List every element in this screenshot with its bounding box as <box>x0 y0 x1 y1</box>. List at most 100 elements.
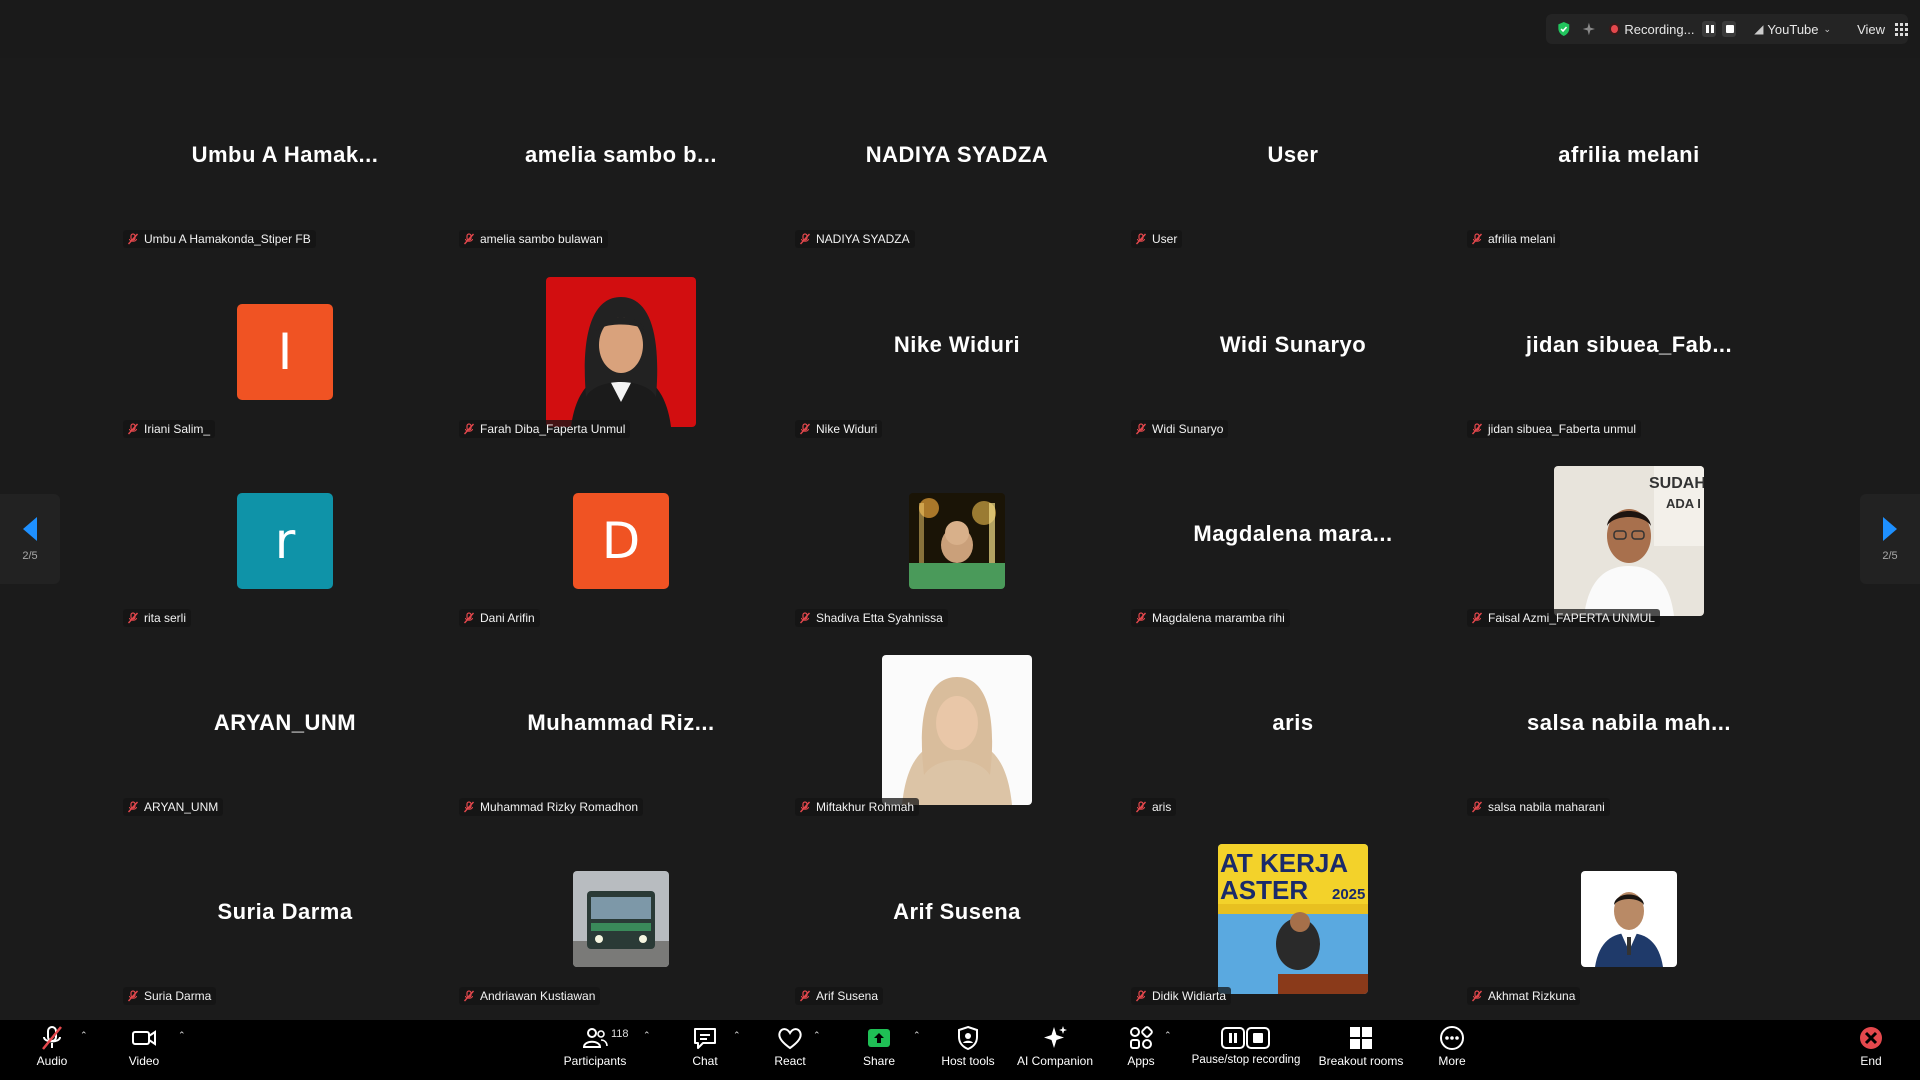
participant-name-label: Iriani Salim_ <box>123 420 216 438</box>
participant-name-label: Arif Susena <box>795 987 884 1005</box>
chat-button[interactable]: Chat <box>688 1024 722 1076</box>
participant-tile[interactable]: Umbu A Hamak... Umbu A Hamakonda_Stiper F… <box>119 72 451 252</box>
audio-button[interactable]: Audio <box>34 1024 70 1076</box>
participant-display-name: Umbu A Hamak... <box>191 142 379 167</box>
microphone-muted-icon <box>1471 990 1483 1002</box>
participant-tile[interactable]: ARYAN_UNM ARYAN_UNM <box>119 640 451 820</box>
microphone-muted-icon <box>799 801 811 813</box>
microphone-muted-icon <box>463 423 475 435</box>
share-button[interactable]: Share <box>862 1024 896 1076</box>
participant-tile[interactable]: D Dani Arifin <box>455 451 787 631</box>
pause-stop-recording-icon <box>1221 1027 1270 1049</box>
stream-label[interactable]: YouTube <box>1767 22 1818 37</box>
participants-options-caret-icon[interactable]: ⌃ <box>643 1030 651 1041</box>
participant-display-name: jidan sibuea_Fab... <box>1525 332 1733 357</box>
participant-name: Muhammad Rizky Romadhon <box>480 800 639 814</box>
participant-tile[interactable]: Akhmat Rizkuna <box>1463 829 1795 1009</box>
participant-name-label: Faisal Azmi_FAPERTA UNMUL <box>1467 609 1660 627</box>
participant-name: Dani Arifin <box>480 611 535 625</box>
page-indicator: 2/5 <box>1882 550 1898 562</box>
participant-tile[interactable]: Muhammad Riz... Muhammad Rizky Romadhon <box>455 640 787 820</box>
share-options-caret-icon[interactable]: ⌃ <box>913 1030 921 1041</box>
end-meeting-button[interactable]: End <box>1856 1024 1886 1076</box>
chat-options-caret-icon[interactable]: ⌃ <box>733 1030 741 1041</box>
more-dots-icon <box>1440 1026 1464 1050</box>
sparkle-icon[interactable] <box>1582 21 1596 37</box>
chevron-down-icon[interactable]: ⌄ <box>1824 24 1832 35</box>
participant-tile[interactable]: Nike Widuri Nike Widuri <box>791 262 1123 442</box>
participant-photo <box>882 655 1032 805</box>
participant-tile[interactable]: Miftakhur Rohmah <box>791 640 1123 820</box>
banner-text-line1: AT KERJA <box>1220 848 1348 878</box>
host-tools-button[interactable]: Host tools <box>938 1024 998 1076</box>
participant-name-label: Dani Arifin <box>459 609 540 627</box>
participant-tile[interactable]: Farah Diba_Faperta Unmul <box>455 262 787 442</box>
microphone-muted-icon <box>1135 612 1147 624</box>
react-button[interactable]: React <box>770 1024 810 1076</box>
participant-tile[interactable]: I Iriani Salim_ <box>119 262 451 442</box>
grid-view-icon[interactable] <box>1895 22 1909 36</box>
previous-page-button[interactable]: 2/5 <box>0 494 60 584</box>
ai-companion-label: AI Companion <box>1016 1054 1094 1068</box>
participant-tile[interactable]: Andriawan Kustiawan <box>455 829 787 1009</box>
participants-icon <box>582 1028 608 1048</box>
participant-name: Shadiva Etta Syahnissa <box>816 611 943 625</box>
participant-tile[interactable]: Arif Susena Arif Susena <box>791 829 1123 1009</box>
pause-stop-recording-label: Pause/stop recording <box>1191 1054 1301 1066</box>
chat-label: Chat <box>692 1054 718 1068</box>
participant-name-label: Magdalena maramba rihi <box>1131 609 1290 627</box>
participant-display-name: afrilia melani <box>1558 142 1700 167</box>
apps-options-caret-icon[interactable]: ⌃ <box>1164 1030 1172 1041</box>
host-tools-shield-icon <box>958 1025 978 1051</box>
participant-name-label: Widi Sunaryo <box>1131 420 1229 438</box>
participant-tile[interactable]: salsa nabila mah... salsa nabila maharani <box>1463 640 1795 820</box>
participant-tile[interactable]: User User <box>1127 72 1459 252</box>
video-options-caret-icon[interactable]: ⌃ <box>178 1030 186 1041</box>
participant-tile[interactable]: jidan sibuea_Fab...jidan sibuea_Faberta … <box>1463 262 1795 442</box>
video-button[interactable]: Video <box>124 1024 164 1076</box>
more-button[interactable]: More <box>1434 1024 1470 1076</box>
pause-stop-recording-button[interactable]: Pause/stop recording <box>1186 1024 1306 1076</box>
apps-button[interactable]: Apps <box>1124 1024 1158 1076</box>
participant-tile[interactable]: Magdalena mara... Magdalena maramba rihi <box>1127 451 1459 631</box>
participant-tile[interactable]: NADIYA SYADZA NADIYA SYADZA <box>791 72 1123 252</box>
participant-photo <box>909 493 1005 589</box>
participant-tile[interactable]: amelia sambo b... amelia sambo bulawan <box>455 72 787 252</box>
participant-name-label: NADIYA SYADZA <box>795 230 915 248</box>
participant-avatar: I <box>237 304 333 400</box>
participant-name: Arif Susena <box>816 989 879 1003</box>
participant-display-name: Magdalena mara... <box>1193 521 1393 546</box>
ai-sparkle-icon <box>1044 1026 1067 1048</box>
participant-tile[interactable]: Suria Darma Suria Darma <box>119 829 451 1009</box>
participant-tile[interactable]: Shadiva Etta Syahnissa <box>791 451 1123 631</box>
react-options-caret-icon[interactable]: ⌃ <box>813 1030 821 1041</box>
participant-name: Suria Darma <box>144 989 212 1003</box>
participant-display-name: Widi Sunaryo <box>1219 332 1367 357</box>
microphone-muted-icon <box>1135 801 1147 813</box>
view-button[interactable]: View <box>1857 22 1885 37</box>
pause-recording-button[interactable] <box>1702 21 1717 37</box>
participant-tile[interactable]: Widi Sunaryo Widi Sunaryo <box>1127 262 1459 442</box>
shield-check-icon[interactable] <box>1556 20 1572 38</box>
participant-name: jidan sibuea_Faberta unmul <box>1488 422 1637 436</box>
breakout-rooms-button[interactable]: Breakout rooms <box>1316 1024 1406 1076</box>
apps-icon <box>1130 1026 1153 1049</box>
audio-options-caret-icon[interactable]: ⌃ <box>80 1030 88 1041</box>
participant-photo: AT KERJA ASTER 2025 <box>1218 844 1368 994</box>
participant-name-label: afrilia melani <box>1467 230 1561 248</box>
microphone-muted-icon <box>1471 801 1483 813</box>
next-page-button[interactable]: 2/5 <box>1860 494 1920 584</box>
participant-name-label: Suria Darma <box>123 987 217 1005</box>
microphone-muted-icon <box>1471 612 1483 624</box>
participant-tile[interactable]: AT KERJA ASTER 2025 Didik Widiarta <box>1127 829 1459 1009</box>
participant-name: rita serli <box>144 611 187 625</box>
participant-name-label: Farah Diba_Faperta Unmul <box>459 420 631 438</box>
stop-recording-button[interactable] <box>1722 21 1737 37</box>
participant-tile[interactable]: SUDAH KES ADA I Faisal Azmi_FAPERTA UNMUL <box>1463 451 1795 631</box>
participant-tile[interactable]: r rita serli <box>119 451 451 631</box>
participant-tile[interactable]: aris aris <box>1127 640 1459 820</box>
participants-count: 118 <box>611 1028 629 1040</box>
end-close-icon <box>1860 1027 1882 1049</box>
participant-tile[interactable]: afrilia melani afrilia melani <box>1463 72 1795 252</box>
ai-companion-button[interactable]: AI Companion <box>1015 1024 1095 1076</box>
